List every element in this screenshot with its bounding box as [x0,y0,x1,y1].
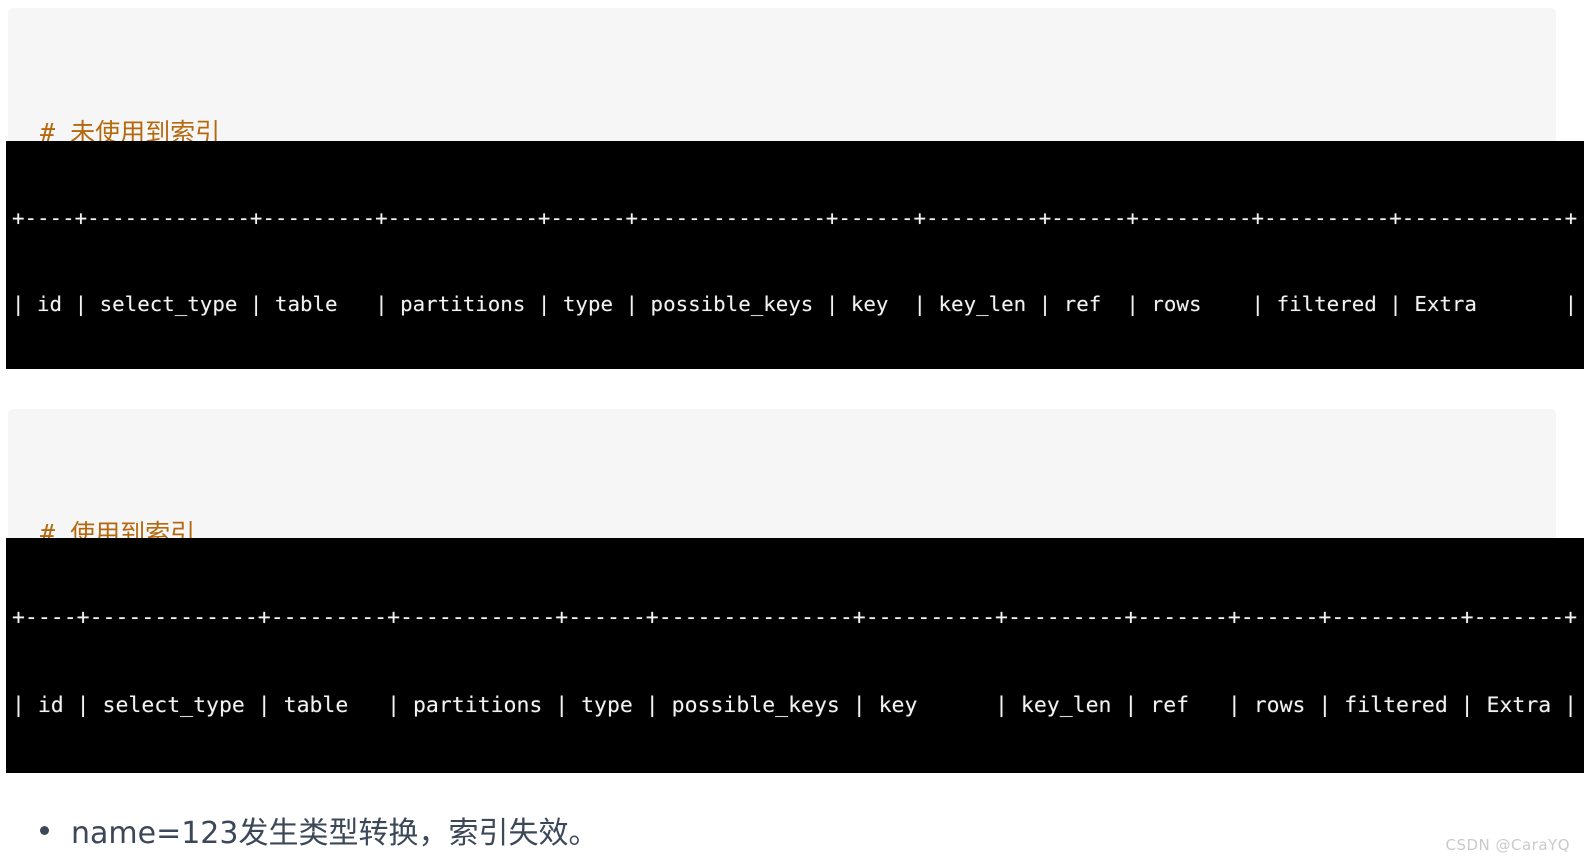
table-rule-top: +----+-------------+---------+----------… [12,604,1578,630]
note-text: name=123发生类型转换，索引失效。 [71,816,599,851]
terminal-output-no-index: +----+-------------+---------+----------… [6,141,1584,369]
table-header-row: | id | select_type | table | partitions … [12,291,1578,316]
bullet-dot-icon [40,825,49,835]
note-list-item: name=123发生类型转换，索引失效。 [40,808,598,852]
table-rule-top: +----+-------------+---------+----------… [12,206,1578,230]
watermark: CSDN @CaraYQ [1445,836,1570,854]
table-header-row: | id | select_type | table | partitions … [12,693,1578,719]
terminal-output-with-index: +----+-------------+---------+----------… [6,538,1584,773]
